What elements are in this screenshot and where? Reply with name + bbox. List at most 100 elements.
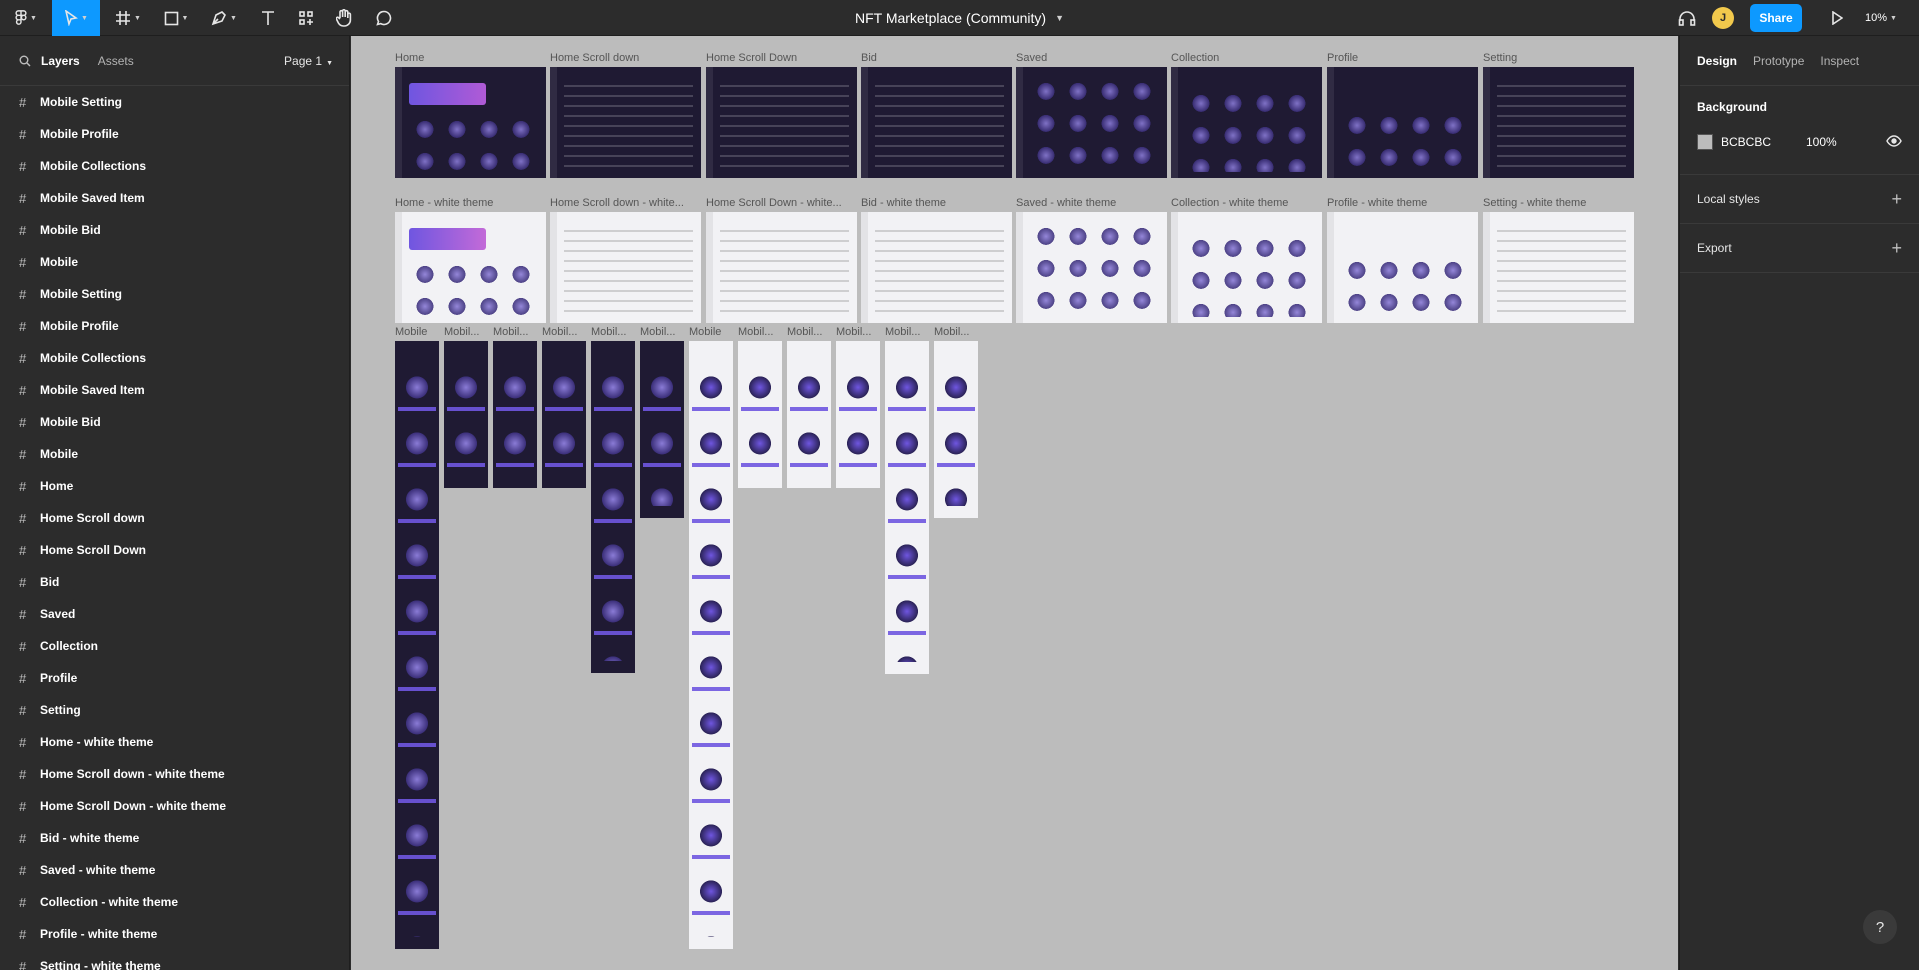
frame-label[interactable]: Mobile — [689, 326, 721, 338]
frame-label[interactable]: Mobil... — [934, 326, 969, 338]
design-frame[interactable] — [444, 341, 488, 488]
text-tool-button[interactable] — [252, 0, 284, 36]
design-frame[interactable] — [395, 67, 546, 178]
help-button[interactable]: ? — [1863, 910, 1897, 944]
frame-label[interactable]: Setting - white theme — [1483, 197, 1586, 209]
design-frame[interactable] — [550, 212, 701, 323]
chevron-down-icon[interactable]: ▼ — [1055, 13, 1064, 23]
design-frame[interactable] — [591, 341, 635, 673]
frame-label[interactable]: Mobil... — [738, 326, 773, 338]
frame-label[interactable]: Profile - white theme — [1327, 197, 1427, 209]
layer-item[interactable]: # Mobile Setting — [0, 86, 349, 118]
background-hex-input[interactable]: BCBCBC — [1721, 135, 1806, 149]
add-export-icon[interactable]: + — [1891, 238, 1902, 259]
tab-assets[interactable]: Assets — [98, 54, 134, 68]
comment-tool-button[interactable] — [368, 0, 400, 36]
layer-item[interactable]: # Bid - white theme — [0, 822, 349, 854]
frame-label[interactable]: Home Scroll down — [550, 52, 639, 64]
design-frame[interactable] — [861, 212, 1012, 323]
eye-icon[interactable] — [1886, 134, 1902, 148]
canvas[interactable]: Home Home - white theme Home Scroll down Ho… — [351, 36, 1678, 970]
layer-item[interactable]: # Mobile — [0, 246, 349, 278]
design-frame[interactable] — [1327, 67, 1478, 178]
frame-label[interactable]: Mobil... — [836, 326, 871, 338]
design-frame[interactable] — [836, 341, 880, 488]
frame-label[interactable]: Profile — [1327, 52, 1358, 64]
layer-item[interactable]: # Mobile Collections — [0, 150, 349, 182]
layer-item[interactable]: # Mobile Bid — [0, 406, 349, 438]
layer-item[interactable]: # Home Scroll Down — [0, 534, 349, 566]
frame-label[interactable]: Home — [395, 52, 424, 64]
design-frame[interactable] — [706, 212, 857, 323]
frame-label[interactable]: Home Scroll down - white... — [550, 197, 684, 209]
design-frame[interactable] — [706, 67, 857, 178]
audio-button[interactable] — [1672, 0, 1702, 36]
tab-inspect[interactable]: Inspect — [1820, 54, 1859, 68]
frame-label[interactable]: Bid — [861, 52, 877, 64]
design-frame[interactable] — [787, 341, 831, 488]
frame-label[interactable]: Mobil... — [640, 326, 675, 338]
layer-item[interactable]: # Bid — [0, 566, 349, 598]
frame-label[interactable]: Bid - white theme — [861, 197, 946, 209]
add-style-icon[interactable]: + — [1891, 189, 1902, 210]
frame-label[interactable]: Collection - white theme — [1171, 197, 1288, 209]
design-frame[interactable] — [1171, 67, 1322, 178]
layer-item[interactable]: # Home Scroll down - white theme — [0, 758, 349, 790]
layer-item[interactable]: # Mobile Profile — [0, 118, 349, 150]
layer-item[interactable]: # Mobile Saved Item — [0, 374, 349, 406]
frame-label[interactable]: Collection — [1171, 52, 1219, 64]
layer-item[interactable]: # Mobile Setting — [0, 278, 349, 310]
layer-item[interactable]: # Profile - white theme — [0, 918, 349, 950]
color-swatch[interactable] — [1697, 134, 1713, 150]
layer-item[interactable]: # Mobile Bid — [0, 214, 349, 246]
frame-label[interactable]: Mobil... — [444, 326, 479, 338]
design-frame[interactable] — [1016, 212, 1167, 323]
design-frame[interactable] — [1483, 212, 1634, 323]
frame-label[interactable]: Mobil... — [591, 326, 626, 338]
frame-label[interactable]: Saved — [1016, 52, 1047, 64]
design-frame[interactable] — [395, 341, 439, 949]
present-button[interactable] — [1822, 0, 1852, 36]
design-frame[interactable] — [493, 341, 537, 488]
layer-item[interactable]: # Setting — [0, 694, 349, 726]
zoom-menu[interactable]: 10% ▼ — [1865, 0, 1897, 36]
layer-item[interactable]: # Collection — [0, 630, 349, 662]
layer-item[interactable]: # Profile — [0, 662, 349, 694]
frame-label[interactable]: Setting — [1483, 52, 1517, 64]
resources-button[interactable] — [290, 0, 322, 36]
frame-label[interactable]: Mobil... — [787, 326, 822, 338]
design-frame[interactable] — [1327, 212, 1478, 323]
move-tool-button[interactable]: ▼ — [52, 0, 100, 36]
frame-label[interactable]: Home Scroll Down - white... — [706, 197, 842, 209]
design-frame[interactable] — [689, 341, 733, 949]
design-frame[interactable] — [861, 67, 1012, 178]
design-frame[interactable] — [542, 341, 586, 488]
background-opacity-input[interactable]: 100% — [1806, 135, 1837, 149]
tab-layers[interactable]: Layers — [41, 54, 80, 68]
frame-label[interactable]: Home Scroll Down — [706, 52, 797, 64]
layer-item[interactable]: # Home — [0, 470, 349, 502]
layer-item[interactable]: # Home Scroll Down - white theme — [0, 790, 349, 822]
layer-item[interactable]: # Saved — [0, 598, 349, 630]
frame-label[interactable]: Mobil... — [542, 326, 577, 338]
search-icon[interactable] — [19, 55, 31, 67]
page-selector[interactable]: Page 1 ▼ — [284, 54, 333, 68]
design-frame[interactable] — [550, 67, 701, 178]
frame-label[interactable]: Mobil... — [885, 326, 920, 338]
shape-tool-button[interactable]: ▼ — [156, 0, 196, 36]
frame-label[interactable]: Home - white theme — [395, 197, 493, 209]
layer-item[interactable]: # Mobile Profile — [0, 310, 349, 342]
layer-item[interactable]: # Home - white theme — [0, 726, 349, 758]
tab-prototype[interactable]: Prototype — [1753, 54, 1804, 68]
main-menu-button[interactable]: ▼ — [8, 0, 44, 36]
layer-item[interactable]: # Home Scroll down — [0, 502, 349, 534]
design-frame[interactable] — [640, 341, 684, 518]
hand-tool-button[interactable] — [328, 0, 360, 36]
layer-item[interactable]: # Saved - white theme — [0, 854, 349, 886]
design-frame[interactable] — [885, 341, 929, 674]
avatar[interactable]: J — [1712, 7, 1734, 29]
layer-item[interactable]: # Setting - white theme — [0, 950, 349, 970]
share-button[interactable]: Share — [1750, 4, 1802, 32]
frame-label[interactable]: Mobile — [395, 326, 427, 338]
tab-design[interactable]: Design — [1697, 54, 1737, 68]
